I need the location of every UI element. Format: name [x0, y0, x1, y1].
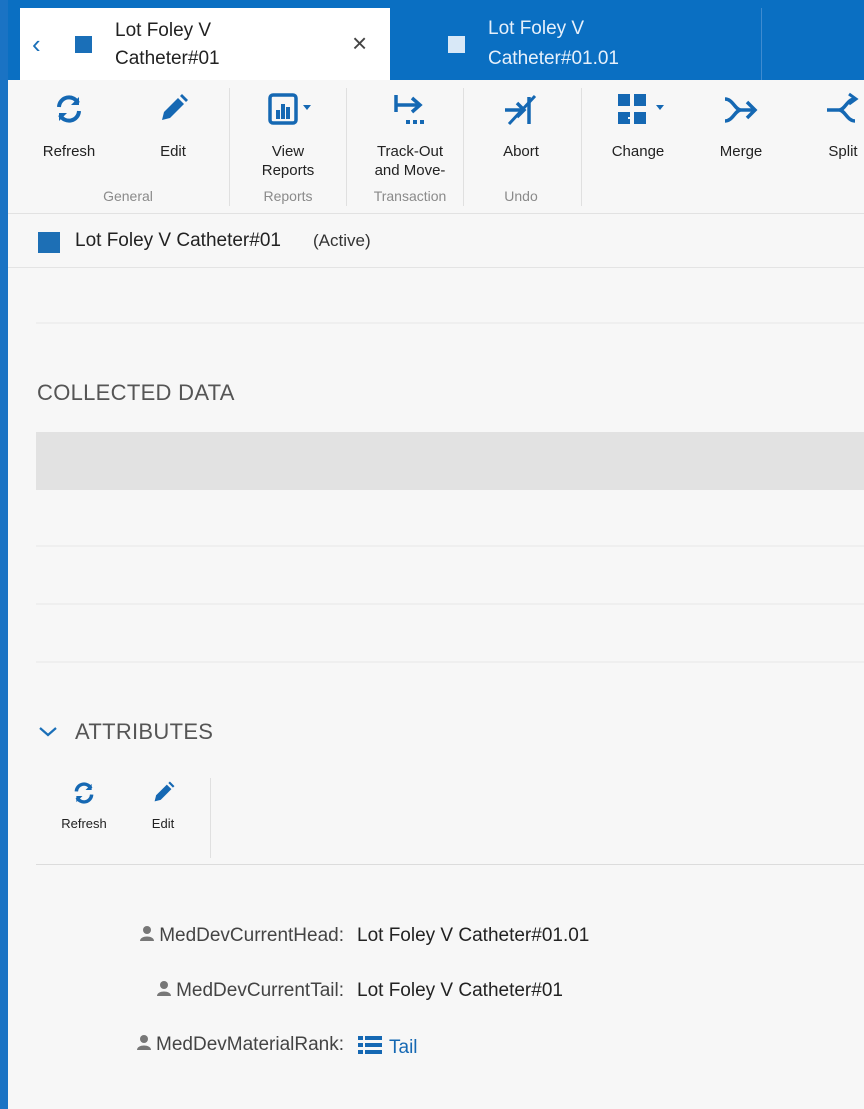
attributes-edit-label: Edit: [151, 816, 175, 831]
lot-square-icon: [38, 232, 60, 253]
tab-separator: [761, 8, 762, 80]
attribute-value: Lot Foley V Catheter#01.01: [357, 925, 590, 946]
collected-data-placeholder: [36, 432, 864, 490]
material-rank-link[interactable]: Tail: [389, 1037, 418, 1058]
track-out-label-line2: and Move-: [374, 162, 446, 179]
person-icon: [156, 980, 172, 1002]
attributes-title[interactable]: ATTRIBUTES: [75, 719, 213, 745]
merge-icon: [706, 92, 776, 132]
view-reports-label-line1: View: [271, 143, 305, 160]
track-out-label: Track-Out and Move-: [360, 142, 460, 180]
tab-lot-catheter-01-01[interactable]: Lot Foley V Catheter#01.01: [488, 14, 728, 74]
edit-label: Edit: [160, 143, 186, 160]
person-icon: [139, 925, 155, 947]
attribute-key-label: MedDevCurrentHead:: [159, 925, 344, 947]
collected-data-title: COLLECTED DATA: [37, 380, 235, 405]
tab-title: Lot Foley V Catheter#01: [115, 17, 335, 73]
abort-icon: [486, 92, 556, 132]
refresh-icon: [34, 92, 104, 132]
toolbar-divider: [210, 778, 211, 858]
divider: [36, 661, 864, 663]
merge-label: Merge: [719, 143, 763, 160]
divider: [36, 864, 864, 865]
tab-title-line1: Lot Foley V: [115, 20, 212, 41]
refresh-icon: [44, 780, 124, 806]
view-reports-label-line2: Reports: [261, 162, 315, 179]
main-toolbar: Refresh Edit General View Reports Report…: [8, 80, 864, 214]
group-label-general: General: [103, 188, 153, 204]
lot-square-icon: [448, 36, 465, 53]
report-chart-icon: [248, 92, 328, 132]
edit-button[interactable]: Edit: [138, 80, 208, 188]
lot-status: (Active): [313, 231, 371, 250]
view-reports-button[interactable]: View Reports: [248, 80, 328, 188]
group-label-reports: Reports: [263, 188, 313, 204]
list-icon: [357, 1034, 383, 1062]
attribute-key: MedDevCurrentTail:: [156, 980, 344, 1002]
tab-bar: ‹ Lot Foley V Catheter#01 × Lot Foley V …: [8, 0, 864, 80]
attribute-key: MedDevCurrentHead:: [139, 925, 344, 947]
split-icon: [808, 92, 864, 132]
abort-button[interactable]: Abort: [486, 80, 556, 188]
change-button[interactable]: Change: [598, 80, 678, 188]
attribute-value: Tail: [357, 1034, 418, 1062]
attribute-key-label: MedDevMaterialRank:: [156, 1034, 344, 1056]
split-label: Split: [828, 143, 858, 160]
attributes-edit-button[interactable]: Edit: [123, 780, 203, 831]
pencil-icon: [138, 92, 208, 132]
lot-title: Lot Foley V Catheter#01: [75, 230, 281, 251]
attributes-refresh-label: Refresh: [61, 816, 107, 831]
refresh-label: Refresh: [42, 143, 96, 160]
tab-lot-catheter-01[interactable]: ‹ Lot Foley V Catheter#01 ×: [20, 8, 390, 80]
track-out-button[interactable]: Track-Out and Move-: [360, 80, 460, 188]
lot-header: Lot Foley V Catheter#01 (Active): [8, 214, 864, 268]
track-out-icon: [360, 92, 460, 132]
divider: [36, 322, 864, 324]
divider: [36, 545, 864, 547]
attribute-value: Lot Foley V Catheter#01: [357, 980, 563, 1001]
attribute-key: MedDevMaterialRank:: [136, 1034, 344, 1056]
group-label-undo: Undo: [504, 188, 538, 204]
attribute-row: MedDevCurrentTail: Lot Foley V Catheter#…: [0, 978, 864, 1008]
close-icon[interactable]: ×: [352, 26, 367, 60]
toolbar-divider: [463, 88, 464, 206]
view-reports-label: View Reports: [248, 142, 328, 180]
lot-square-icon: [75, 36, 92, 53]
tab-title-line2: Catheter#01: [115, 48, 220, 69]
change-icon: [598, 92, 678, 132]
split-button[interactable]: Split: [808, 80, 864, 188]
toolbar-divider: [581, 88, 582, 206]
tab-title-line2: Catheter#01.01: [488, 48, 619, 69]
chevron-down-icon[interactable]: [38, 724, 58, 740]
group-label-transaction: Transaction: [373, 188, 447, 204]
change-label: Change: [611, 143, 665, 160]
back-chevron-icon[interactable]: ‹: [32, 30, 41, 58]
tab-title-line1: Lot Foley V: [488, 18, 585, 39]
attribute-row: MedDevCurrentHead: Lot Foley V Catheter#…: [0, 923, 864, 953]
attribute-row: MedDevMaterialRank: Tail: [0, 1032, 864, 1062]
divider: [36, 603, 864, 605]
track-out-label-line1: Track-Out: [376, 143, 444, 160]
refresh-button[interactable]: Refresh: [34, 80, 104, 188]
person-icon: [136, 1034, 152, 1056]
attribute-key-label: MedDevCurrentTail:: [176, 980, 344, 1002]
toolbar-divider: [346, 88, 347, 206]
abort-label: Abort: [503, 143, 539, 160]
toolbar-divider: [229, 88, 230, 206]
pencil-icon: [123, 780, 203, 806]
attributes-refresh-button[interactable]: Refresh: [44, 780, 124, 831]
merge-button[interactable]: Merge: [706, 80, 776, 188]
